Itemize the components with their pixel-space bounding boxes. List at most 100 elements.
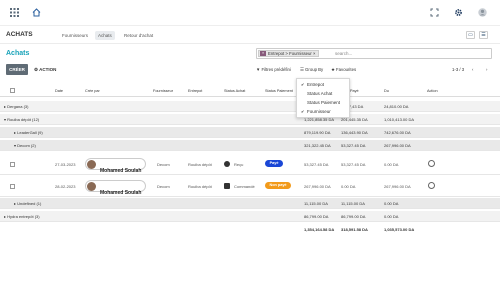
record-supplier: Decom bbox=[157, 162, 170, 167]
row-checkbox[interactable] bbox=[10, 162, 15, 167]
group-paid: 136,443.90 DA bbox=[341, 130, 368, 135]
header-creator[interactable]: Crée par bbox=[85, 89, 100, 93]
app-menu-bar: ACHATS Fournisseurs Achats Retour d'acha… bbox=[0, 26, 500, 44]
pager-value[interactable]: 1-3 / 3 bbox=[452, 67, 464, 72]
group-due: 1,010,413.00 DA bbox=[384, 117, 415, 122]
creator-chip[interactable]: Mohamed Soulah bbox=[85, 158, 146, 174]
record-status-achat: Reçu bbox=[234, 162, 244, 167]
check-circle-icon bbox=[224, 161, 230, 167]
breadcrumb: Achats bbox=[6, 50, 30, 57]
facet-label: Entrepot > Fournisseur bbox=[268, 51, 312, 56]
groupby-option-status-achat[interactable]: Status Achat bbox=[307, 91, 332, 96]
header-supplier[interactable]: Fournisseur bbox=[153, 89, 173, 93]
creator-name: Mohamed Soulah bbox=[100, 168, 142, 174]
groupby-dropdown: ✔ Entrepot Status Achat Status Paiement … bbox=[296, 78, 350, 118]
group-total: 86,799.00 DA bbox=[304, 214, 329, 219]
favorites-label: Favourites bbox=[336, 67, 357, 72]
record-date: 28-02-2023 bbox=[55, 184, 76, 189]
groupby-label: Group By bbox=[305, 67, 324, 72]
group-row[interactable]: ▸ Dergana (3) 1,092,433 DA 1,017,43 DA 2… bbox=[0, 101, 500, 112]
pager-prev-icon[interactable]: ‹ bbox=[472, 67, 473, 72]
record-date: 27-03-2023 bbox=[55, 162, 76, 167]
row-action-icon[interactable] bbox=[428, 182, 435, 189]
favorites-button[interactable]: ★ Favourites bbox=[331, 67, 356, 73]
record-total: 53,327.45 DA bbox=[304, 162, 329, 167]
grand-total: 1,354,164.58 DA bbox=[304, 227, 335, 232]
groupby-option-status-paiement[interactable]: Status Paiement bbox=[307, 100, 340, 105]
payment-status-badge: Payé bbox=[265, 160, 283, 167]
record-warehouse: Rouiba dépôt bbox=[188, 162, 212, 167]
record-due: 267,996.00 DA bbox=[384, 184, 411, 189]
apps-grid-icon[interactable] bbox=[10, 8, 19, 17]
record-total: 267,996.00 DA bbox=[304, 184, 331, 189]
groupby-button[interactable]: ☰ Group By bbox=[300, 67, 323, 73]
group-row[interactable]: ▾ Rouiba dépôt (12) 1,221,858.35 DA 201,… bbox=[0, 114, 500, 125]
group-paid: 86,799.00 DA bbox=[341, 214, 366, 219]
search-bar[interactable]: ≡ Entrepot > Fournisseur × search... bbox=[256, 48, 492, 59]
facet-remove-icon[interactable]: × bbox=[313, 51, 316, 56]
groupby-option-fournisseur[interactable]: Fournisseur bbox=[307, 109, 331, 114]
table-row[interactable]: 28-02-2023 Mohamed Soulah Decom Rouiba d… bbox=[0, 175, 500, 197]
creator-chip[interactable]: Mohamed Soulah bbox=[85, 180, 146, 196]
group-due: 0.00 DA bbox=[384, 201, 399, 206]
create-button[interactable]: CRÉER bbox=[6, 64, 28, 75]
action-button[interactable]: ⚙ ACTION bbox=[34, 67, 56, 73]
grand-total-row: 1,354,164.58 DA 318,591.58 DA 1,035,573.… bbox=[0, 224, 500, 235]
row-action-icon[interactable] bbox=[428, 160, 435, 167]
select-all-checkbox[interactable] bbox=[10, 88, 15, 93]
filters-button[interactable]: ▼ Filtres prédéfini bbox=[256, 67, 291, 72]
home-icon[interactable] bbox=[32, 8, 41, 17]
list-view-icon[interactable]: ☰ bbox=[479, 31, 488, 39]
group-due: 0.00 DA bbox=[384, 214, 399, 219]
payment-status-badge: Non payé bbox=[265, 182, 291, 189]
group-label: ▸ LeaderGall (9) bbox=[14, 130, 43, 135]
group-due: 24,810.00 DA bbox=[384, 104, 409, 109]
tab-achats[interactable]: Achats bbox=[95, 31, 115, 40]
expand-icon[interactable] bbox=[430, 8, 439, 17]
record-warehouse: Rouiba dépôt bbox=[188, 184, 212, 189]
table-row[interactable]: 27-03-2023 Mohamed Soulah Decom Rouiba d… bbox=[0, 153, 500, 175]
group-label: ▸ Hydra entrepôt (3) bbox=[4, 214, 40, 219]
filters-label: Filtres prédéfini bbox=[261, 67, 291, 72]
group-due: 742,676.00 DA bbox=[384, 130, 411, 135]
search-facet[interactable]: ≡ Entrepot > Fournisseur × bbox=[258, 50, 319, 57]
tab-retour-achat[interactable]: Retour d'achat bbox=[121, 31, 156, 40]
group-due: 267,996.00 DA bbox=[384, 143, 411, 148]
row-checkbox[interactable] bbox=[10, 184, 15, 189]
pager-next-icon[interactable]: › bbox=[486, 67, 487, 72]
group-label: ▾ Decom (2) bbox=[14, 143, 36, 148]
gear-icon[interactable] bbox=[454, 8, 463, 17]
header-action[interactable]: Action bbox=[427, 89, 438, 93]
group-row[interactable]: ▾ Decom (2) 321,322.45 DA 53,327.45 DA 2… bbox=[0, 140, 500, 151]
header-warehouse[interactable]: Entrepot bbox=[188, 89, 202, 93]
kanban-view-icon[interactable]: ▭ bbox=[466, 31, 475, 39]
top-navbar bbox=[0, 0, 500, 26]
group-label: ▸ Dergana (3) bbox=[4, 104, 29, 109]
groupby-option-entrepot[interactable]: Entrepot bbox=[307, 82, 324, 87]
group-label: ▾ Rouiba dépôt (12) bbox=[4, 117, 40, 122]
action-label: ACTION bbox=[39, 67, 57, 72]
group-row[interactable]: ▸ Undefined (1) 11,115.00 DA 11,115.00 D… bbox=[0, 198, 500, 209]
group-total: 11,115.00 DA bbox=[304, 201, 328, 206]
group-label: ▸ Undefined (1) bbox=[14, 201, 42, 206]
avatar bbox=[87, 160, 96, 169]
creator-name: Mohamed Soulah bbox=[100, 190, 142, 196]
tab-fournisseurs[interactable]: Fournisseurs bbox=[59, 31, 91, 40]
truck-icon bbox=[224, 183, 230, 189]
header-date[interactable]: Date bbox=[55, 89, 63, 93]
header-paid[interactable]: Payé bbox=[350, 89, 359, 93]
record-paid: 0.00 DA bbox=[341, 184, 356, 189]
search-input[interactable]: search... bbox=[335, 51, 352, 56]
header-status-paiement[interactable]: Status Paiement bbox=[265, 89, 293, 93]
check-icon: ✔ bbox=[301, 109, 305, 114]
group-row[interactable]: ▸ LeaderGall (9) 879,119.90 DA 136,443.9… bbox=[0, 127, 500, 138]
record-paid: 53,327.45 DA bbox=[341, 162, 366, 167]
avatar bbox=[87, 182, 96, 191]
group-total: 321,322.45 DA bbox=[304, 143, 331, 148]
user-avatar-icon[interactable] bbox=[478, 8, 487, 17]
grand-paid: 318,591.58 DA bbox=[341, 227, 368, 232]
header-status-achat[interactable]: Status Achat bbox=[224, 89, 245, 93]
group-row[interactable]: ▸ Hydra entrepôt (3) 86,799.00 DA 86,799… bbox=[0, 211, 500, 222]
header-due[interactable]: Du bbox=[384, 89, 389, 93]
table-header: Date Crée par Fournisseur Entrepot Statu… bbox=[0, 85, 500, 97]
